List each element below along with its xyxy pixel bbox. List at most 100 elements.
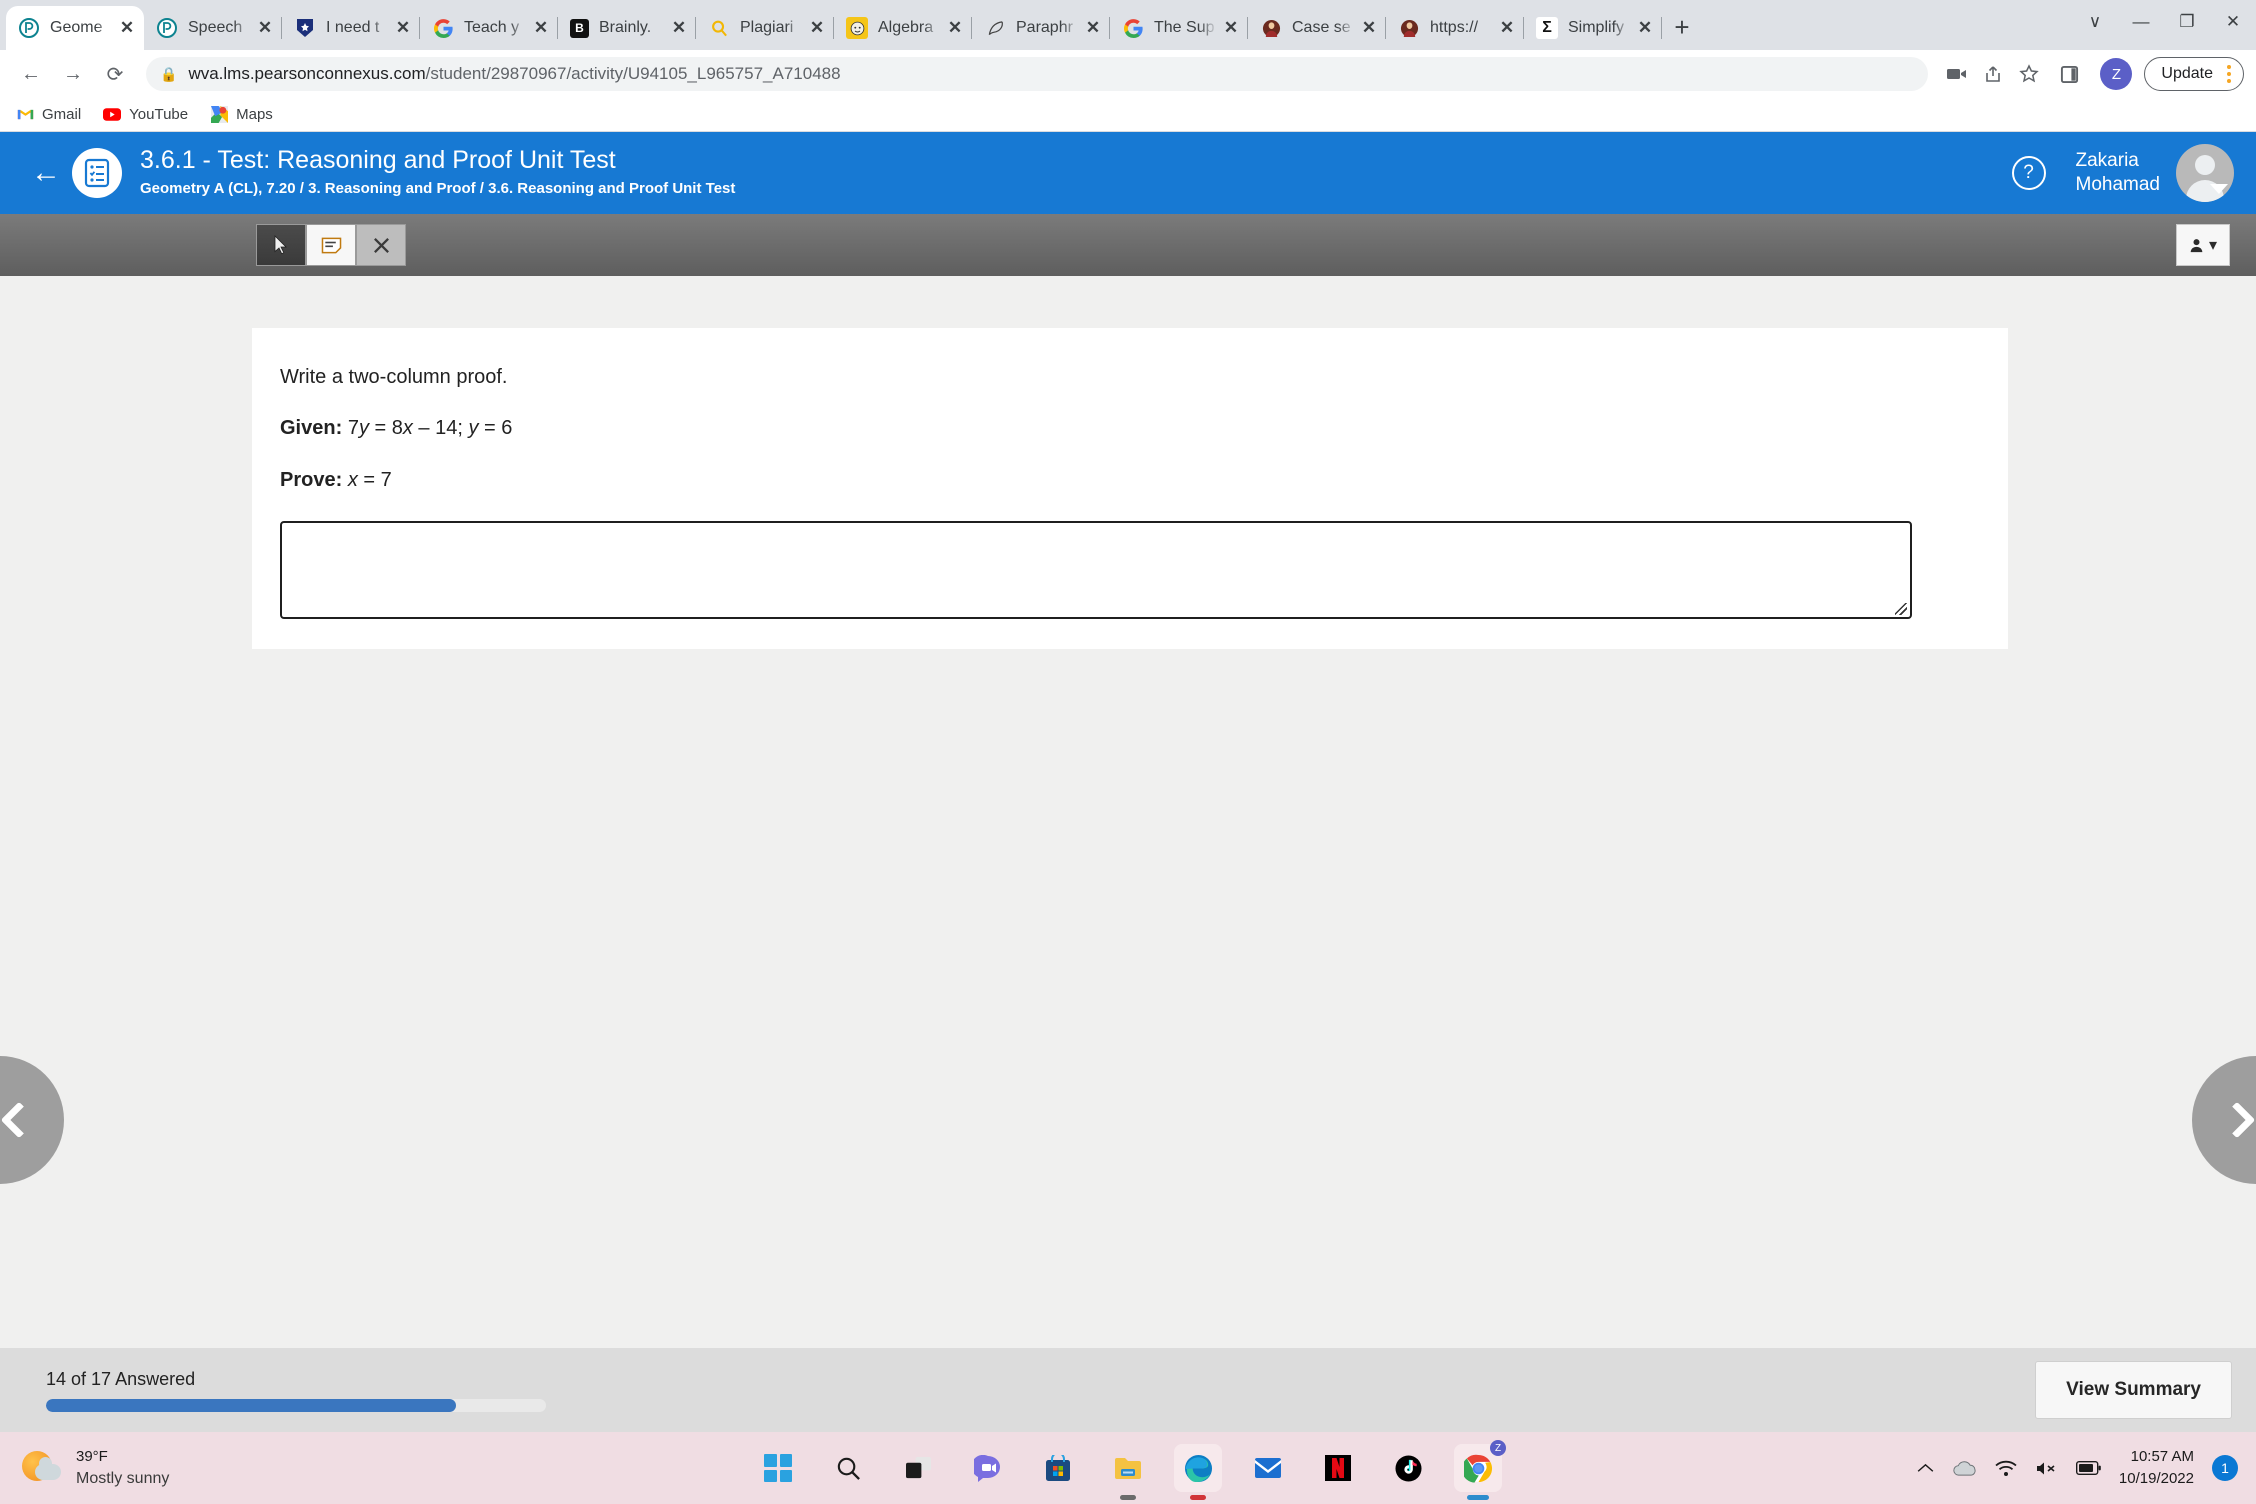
- star-icon[interactable]: [2012, 57, 2046, 91]
- previous-question-button[interactable]: [0, 1056, 64, 1184]
- volume-muted-icon[interactable]: [2035, 1460, 2058, 1477]
- microsoft-store-button[interactable]: [1034, 1444, 1082, 1492]
- browser-tab[interactable]: Algebra ✕: [834, 6, 972, 50]
- progress-bar: [46, 1398, 546, 1412]
- shield-star-icon: [294, 17, 316, 39]
- profile-chip[interactable]: Z: [2100, 58, 2133, 90]
- header-back-button[interactable]: ←: [24, 156, 68, 190]
- tab-close-icon[interactable]: ✕: [392, 17, 414, 39]
- wifi-icon[interactable]: [1995, 1460, 2017, 1477]
- windows-taskbar: 39°F Mostly sunny Z 10:57 AM 10/19/2022 …: [0, 1432, 2256, 1504]
- new-tab-button[interactable]: +: [1662, 7, 1702, 47]
- question-prove: Prove: x = 7: [280, 469, 1980, 492]
- share-icon[interactable]: [1976, 57, 2010, 91]
- back-button[interactable]: ←: [12, 55, 50, 93]
- address-bar[interactable]: 🔒 wva.lms.pearsonconnexus.com/student/29…: [146, 57, 1929, 91]
- search-icon: [837, 1457, 860, 1480]
- status-bar: 14 of 17 Answered View Summary: [0, 1348, 2256, 1432]
- tab-close-icon[interactable]: ✕: [254, 17, 276, 39]
- tab-title: Algebra: [878, 19, 934, 36]
- forward-button[interactable]: →: [54, 55, 92, 93]
- search-button[interactable]: [824, 1444, 872, 1492]
- edge-button[interactable]: [1174, 1444, 1222, 1500]
- side-panel-icon[interactable]: [2050, 55, 2088, 93]
- tab-close-icon[interactable]: ✕: [116, 17, 138, 39]
- weather-text: 39°F Mostly sunny: [76, 1446, 169, 1491]
- avatar[interactable]: [2176, 144, 2234, 202]
- bookmark-gmail[interactable]: Gmail: [16, 106, 81, 124]
- bookmark-maps[interactable]: Maps: [210, 106, 273, 124]
- netflix-button[interactable]: [1314, 1444, 1362, 1492]
- browser-tab[interactable]: Speech ✕: [144, 6, 282, 50]
- browser-tab[interactable]: Case se ✕: [1248, 6, 1386, 50]
- pointer-tool[interactable]: [256, 224, 306, 266]
- tab-strip: Geome ✕ Speech ✕ I need t ✕ Teach y ✕ B: [0, 0, 2256, 50]
- browser-tab[interactable]: Teach y ✕: [420, 6, 558, 50]
- running-indicator: [1467, 1495, 1489, 1500]
- clock[interactable]: 10:57 AM 10/19/2022: [2119, 1446, 2194, 1490]
- browser-menu-icon[interactable]: [2221, 65, 2237, 83]
- maximize-button[interactable]: ❐: [2164, 0, 2210, 44]
- close-window-button[interactable]: ✕: [2210, 0, 2256, 44]
- view-summary-button[interactable]: View Summary: [2035, 1361, 2232, 1419]
- chrome-button[interactable]: Z: [1454, 1440, 1506, 1500]
- system-tray: 10:57 AM 10/19/2022 1: [1917, 1446, 2238, 1490]
- bookmark-youtube[interactable]: YouTube: [103, 106, 188, 124]
- browser-tab[interactable]: The Sup ✕: [1110, 6, 1248, 50]
- question-mark-icon[interactable]: ?: [2011, 156, 2046, 190]
- notification-badge[interactable]: 1: [2212, 1455, 2238, 1481]
- given-var-2: x: [402, 417, 413, 439]
- pearson-icon: [18, 17, 40, 39]
- tab-title: Brainly.: [599, 19, 652, 36]
- video-camera-icon[interactable]: [1940, 57, 1974, 91]
- chat-button[interactable]: [964, 1444, 1012, 1492]
- chevron-up-icon[interactable]: [1917, 1463, 1934, 1474]
- test-checklist-icon: [72, 148, 122, 198]
- weather-temperature: 39°F: [76, 1447, 108, 1465]
- tab-close-icon[interactable]: ✕: [530, 17, 552, 39]
- browser-tab[interactable]: B Brainly. ✕: [558, 6, 696, 50]
- sticky-note-tool[interactable]: [306, 224, 356, 266]
- chevron-down-icon[interactable]: [2210, 184, 2228, 194]
- tab-title: Plagiari: [740, 19, 794, 36]
- lock-icon: 🔒: [160, 65, 178, 82]
- battery-icon[interactable]: [2075, 1461, 2101, 1475]
- browser-window: Geome ✕ Speech ✕ I need t ✕ Teach y ✕ B: [0, 0, 2256, 1432]
- erase-tool[interactable]: [356, 224, 406, 266]
- mail-button[interactable]: [1244, 1444, 1292, 1492]
- file-explorer-button[interactable]: [1104, 1444, 1152, 1500]
- update-button[interactable]: Update: [2144, 57, 2244, 91]
- running-indicator: [1190, 1495, 1206, 1500]
- browser-tab[interactable]: Paraphr ✕: [972, 6, 1110, 50]
- resize-grip[interactable]: [1895, 603, 1907, 615]
- tab-close-icon[interactable]: ✕: [668, 17, 690, 39]
- tiktok-button[interactable]: [1384, 1444, 1432, 1492]
- browser-tab[interactable]: I need t ✕: [282, 6, 420, 50]
- tab-close-icon[interactable]: ✕: [944, 17, 966, 39]
- tab-close-icon[interactable]: ✕: [1082, 17, 1104, 39]
- progress-group: 14 of 17 Answered: [46, 1369, 2035, 1412]
- minimize-button[interactable]: —: [2118, 0, 2164, 44]
- browser-tab[interactable]: Σ Simplify ✕: [1524, 6, 1662, 50]
- chevron-right-icon: [2218, 1101, 2256, 1139]
- person-menu-button[interactable]: ▾: [2176, 224, 2230, 266]
- onedrive-icon[interactable]: [1952, 1460, 1977, 1477]
- browser-tab[interactable]: Geome ✕: [6, 6, 144, 50]
- tab-close-icon[interactable]: ✕: [1496, 17, 1518, 39]
- browser-tab[interactable]: Plagiari ✕: [696, 6, 834, 50]
- toolbar-right-group: ▾: [2176, 214, 2230, 276]
- tab-search-icon[interactable]: ∨: [2072, 0, 2118, 44]
- task-view-button[interactable]: [894, 1444, 942, 1492]
- tab-title: Paraphr: [1016, 19, 1073, 36]
- pearson-icon: [156, 17, 178, 39]
- tab-close-icon[interactable]: ✕: [1358, 17, 1380, 39]
- tab-close-icon[interactable]: ✕: [1634, 17, 1656, 39]
- start-button[interactable]: [754, 1444, 802, 1492]
- reload-button[interactable]: ⟳: [96, 55, 134, 93]
- next-question-button[interactable]: [2192, 1056, 2256, 1184]
- weather-widget[interactable]: 39°F Mostly sunny: [0, 1446, 360, 1491]
- browser-tab[interactable]: https:// ✕: [1386, 6, 1524, 50]
- answer-textarea[interactable]: [280, 521, 1912, 619]
- tab-close-icon[interactable]: ✕: [1220, 17, 1242, 39]
- tab-close-icon[interactable]: ✕: [806, 17, 828, 39]
